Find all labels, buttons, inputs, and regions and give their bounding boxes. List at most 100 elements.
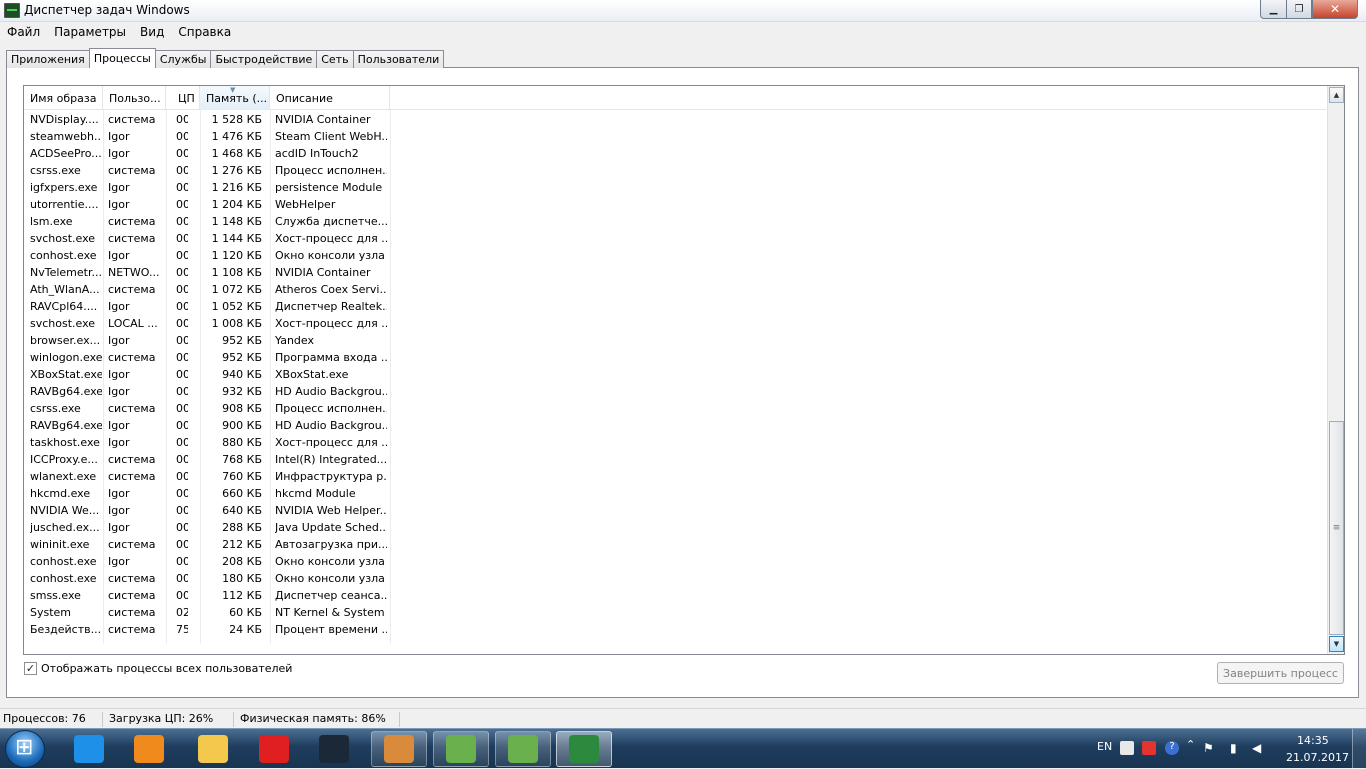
process-user: Igor [108,555,130,568]
process-row[interactable]: NVDisplay.... система 00 1 528 КБ NVIDIA Con… [24,112,390,129]
process-user: Igor [108,300,130,313]
column-header-description[interactable]: Описание [270,86,390,110]
taskbar-button[interactable] [61,731,117,767]
process-row[interactable]: System система 02 60 КБ NT Kernel & System [24,605,390,622]
process-row[interactable]: conhost.exe система 00 180 КБ Окно консоли у… [24,571,390,588]
process-image-name: RAVBg64.exe [30,385,102,398]
gm-app-icon-2 [508,735,538,763]
taskbar-button[interactable] [121,731,177,767]
process-description: Java Update Sched... [275,521,387,534]
column-header-cpu[interactable]: ЦП [166,86,200,110]
scroll-down-button[interactable]: ▼ [1329,636,1344,652]
tray-app-icon[interactable] [1120,741,1134,755]
tab-users[interactable]: Пользователи [352,50,445,68]
process-row[interactable]: ACDSeePro... Igor 00 1 468 КБ acdID InTouch2 [24,146,390,163]
process-row[interactable]: csrss.exe система 00 1 276 КБ Процесс исполн… [24,163,390,180]
menu-help[interactable]: Справка [171,22,238,42]
process-user: система [108,606,156,619]
scroll-up-button[interactable]: ▲ [1329,87,1344,103]
process-image-name: RAVCpl64.... [30,300,98,313]
tray-alert-icon[interactable] [1142,741,1156,755]
process-cpu: 00 [176,572,188,585]
tab-performance[interactable]: Быстродействие [210,50,318,68]
menu-options[interactable]: Параметры [47,22,133,42]
process-row[interactable]: winlogon.exe система 00 952 КБ Программа вхо… [24,350,390,367]
process-row[interactable]: wininit.exe система 00 212 КБ Автозагрузка п… [24,537,390,554]
process-memory: 908 КБ [222,402,262,415]
process-description: Yandex [275,334,314,347]
process-row[interactable]: wlanext.exe система 00 760 КБ Инфраструктура… [24,469,390,486]
process-row[interactable]: hkcmd.exe Igor 00 660 КБ hkcmd Module [24,486,390,503]
process-row[interactable]: RAVBg64.exe Igor 00 900 КБ HD Audio Backgrou… [24,418,390,435]
language-indicator[interactable]: EN [1097,740,1112,753]
process-memory: 952 КБ [222,351,262,364]
process-memory: 940 КБ [222,368,262,381]
column-header-memory[interactable]: ▼ Память (... [200,86,270,110]
close-button[interactable]: ✕ [1312,0,1358,19]
process-row[interactable]: taskhost.exe Igor 00 880 КБ Хост-процесс для… [24,435,390,452]
volume-icon[interactable]: ◀ [1252,741,1266,755]
process-row[interactable]: smss.exe система 00 112 КБ Диспетчер сеанса.… [24,588,390,605]
process-row[interactable]: Ath_WlanA... система 00 1 072 КБ Atheros Coe… [24,282,390,299]
process-row[interactable]: RAVBg64.exe Igor 00 932 КБ HD Audio Backgrou… [24,384,390,401]
process-description: Диспетчер сеанса... [275,589,387,602]
chevron-up-icon[interactable]: ⌃ [1186,738,1200,752]
maximize-button[interactable]: ❐ [1286,0,1312,19]
menu-view[interactable]: Вид [133,22,171,42]
process-row[interactable]: ICCProxy.e... система 00 768 КБ Intel(R) Int… [24,452,390,469]
explorer-folder-icon [198,735,228,763]
help-icon[interactable]: ? [1165,741,1179,755]
process-row[interactable]: jusched.ex... Igor 00 288 КБ Java Update Sch… [24,520,390,537]
taskbar-button[interactable] [371,731,427,767]
start-button[interactable] [5,730,45,768]
process-row[interactable]: conhost.exe Igor 00 208 КБ Окно консоли узла [24,554,390,571]
process-row[interactable]: conhost.exe Igor 00 1 120 КБ Окно консоли уз… [24,248,390,265]
process-row[interactable]: svchost.exe LOCAL ... 00 1 008 КБ Хост-проце… [24,316,390,333]
show-all-users-option[interactable]: ✓ Отображать процессы всех пользователей [24,662,292,675]
minimize-button[interactable]: ▁ [1260,0,1286,19]
process-row[interactable]: csrss.exe система 00 908 КБ Процесс исполнен… [24,401,390,418]
tab-applications[interactable]: Приложения [6,50,90,68]
process-row[interactable]: svchost.exe система 00 1 144 КБ Хост-процесс… [24,231,390,248]
process-memory: 1 120 КБ [211,249,262,262]
process-row[interactable]: igfxpers.exe Igor 00 1 216 КБ persistence Mo… [24,180,390,197]
process-user: система [108,623,156,636]
end-process-button[interactable]: Завершить процесс [1217,662,1344,684]
scroll-thumb[interactable]: ≡ [1329,421,1344,635]
clock-time[interactable]: 14:35 [1297,734,1329,747]
process-row[interactable]: NVIDIA We... Igor 00 640 КБ NVIDIA Web Helpe… [24,503,390,520]
clock-date[interactable]: 21.07.2017 [1286,751,1349,764]
taskbar-button[interactable] [185,731,241,767]
column-header-image-name[interactable]: Имя образа [24,86,103,110]
process-image-name: NVIDIA We... [30,504,100,517]
show-desktop-button[interactable] [1352,729,1366,769]
flag-icon[interactable]: ⚑ [1203,741,1217,755]
process-cpu: 00 [176,317,188,330]
tab-services[interactable]: Службы [154,50,212,68]
tab-network[interactable]: Сеть [316,50,354,68]
process-description: Программа входа ... [275,351,387,364]
process-cpu: 00 [176,589,188,602]
taskbar-button[interactable] [433,731,489,767]
process-row[interactable]: steamwebh... Igor 00 1 476 КБ Steam Client W… [24,129,390,146]
process-description: Окно консоли узла [275,249,385,262]
menu-file[interactable]: Файл [0,22,47,42]
process-row[interactable]: Бездейств... система 75 24 КБ Процент времен… [24,622,390,639]
vertical-scrollbar[interactable]: ▲ ≡ ▼ [1327,86,1344,654]
network-signal-icon[interactable]: ▮ [1230,741,1244,755]
taskbar-button[interactable] [556,731,612,767]
process-user: система [108,164,156,177]
column-header-user[interactable]: Пользо... [103,86,166,110]
process-row[interactable]: utorrentie.... Igor 00 1 204 КБ WebHelper [24,197,390,214]
taskbar-button[interactable] [306,731,362,767]
tab-processes[interactable]: Процессы [88,48,156,68]
show-all-users-checkbox[interactable]: ✓ [24,662,37,675]
process-row[interactable]: NvTelemetr... NETWO... 00 1 108 КБ NVIDIA Co… [24,265,390,282]
process-list[interactable]: Имя образа Пользо... ЦП ▼ Память (... Оп… [23,85,1345,655]
process-row[interactable]: browser.ex... Igor 00 952 КБ Yandex [24,333,390,350]
process-row[interactable]: XBoxStat.exe Igor 00 940 КБ XBoxStat.exe [24,367,390,384]
taskbar-button[interactable] [246,731,302,767]
taskbar-button[interactable] [495,731,551,767]
process-row[interactable]: lsm.exe система 00 1 148 КБ Служба диспетче.… [24,214,390,231]
process-row[interactable]: RAVCpl64.... Igor 00 1 052 КБ Диспетчер Real… [24,299,390,316]
